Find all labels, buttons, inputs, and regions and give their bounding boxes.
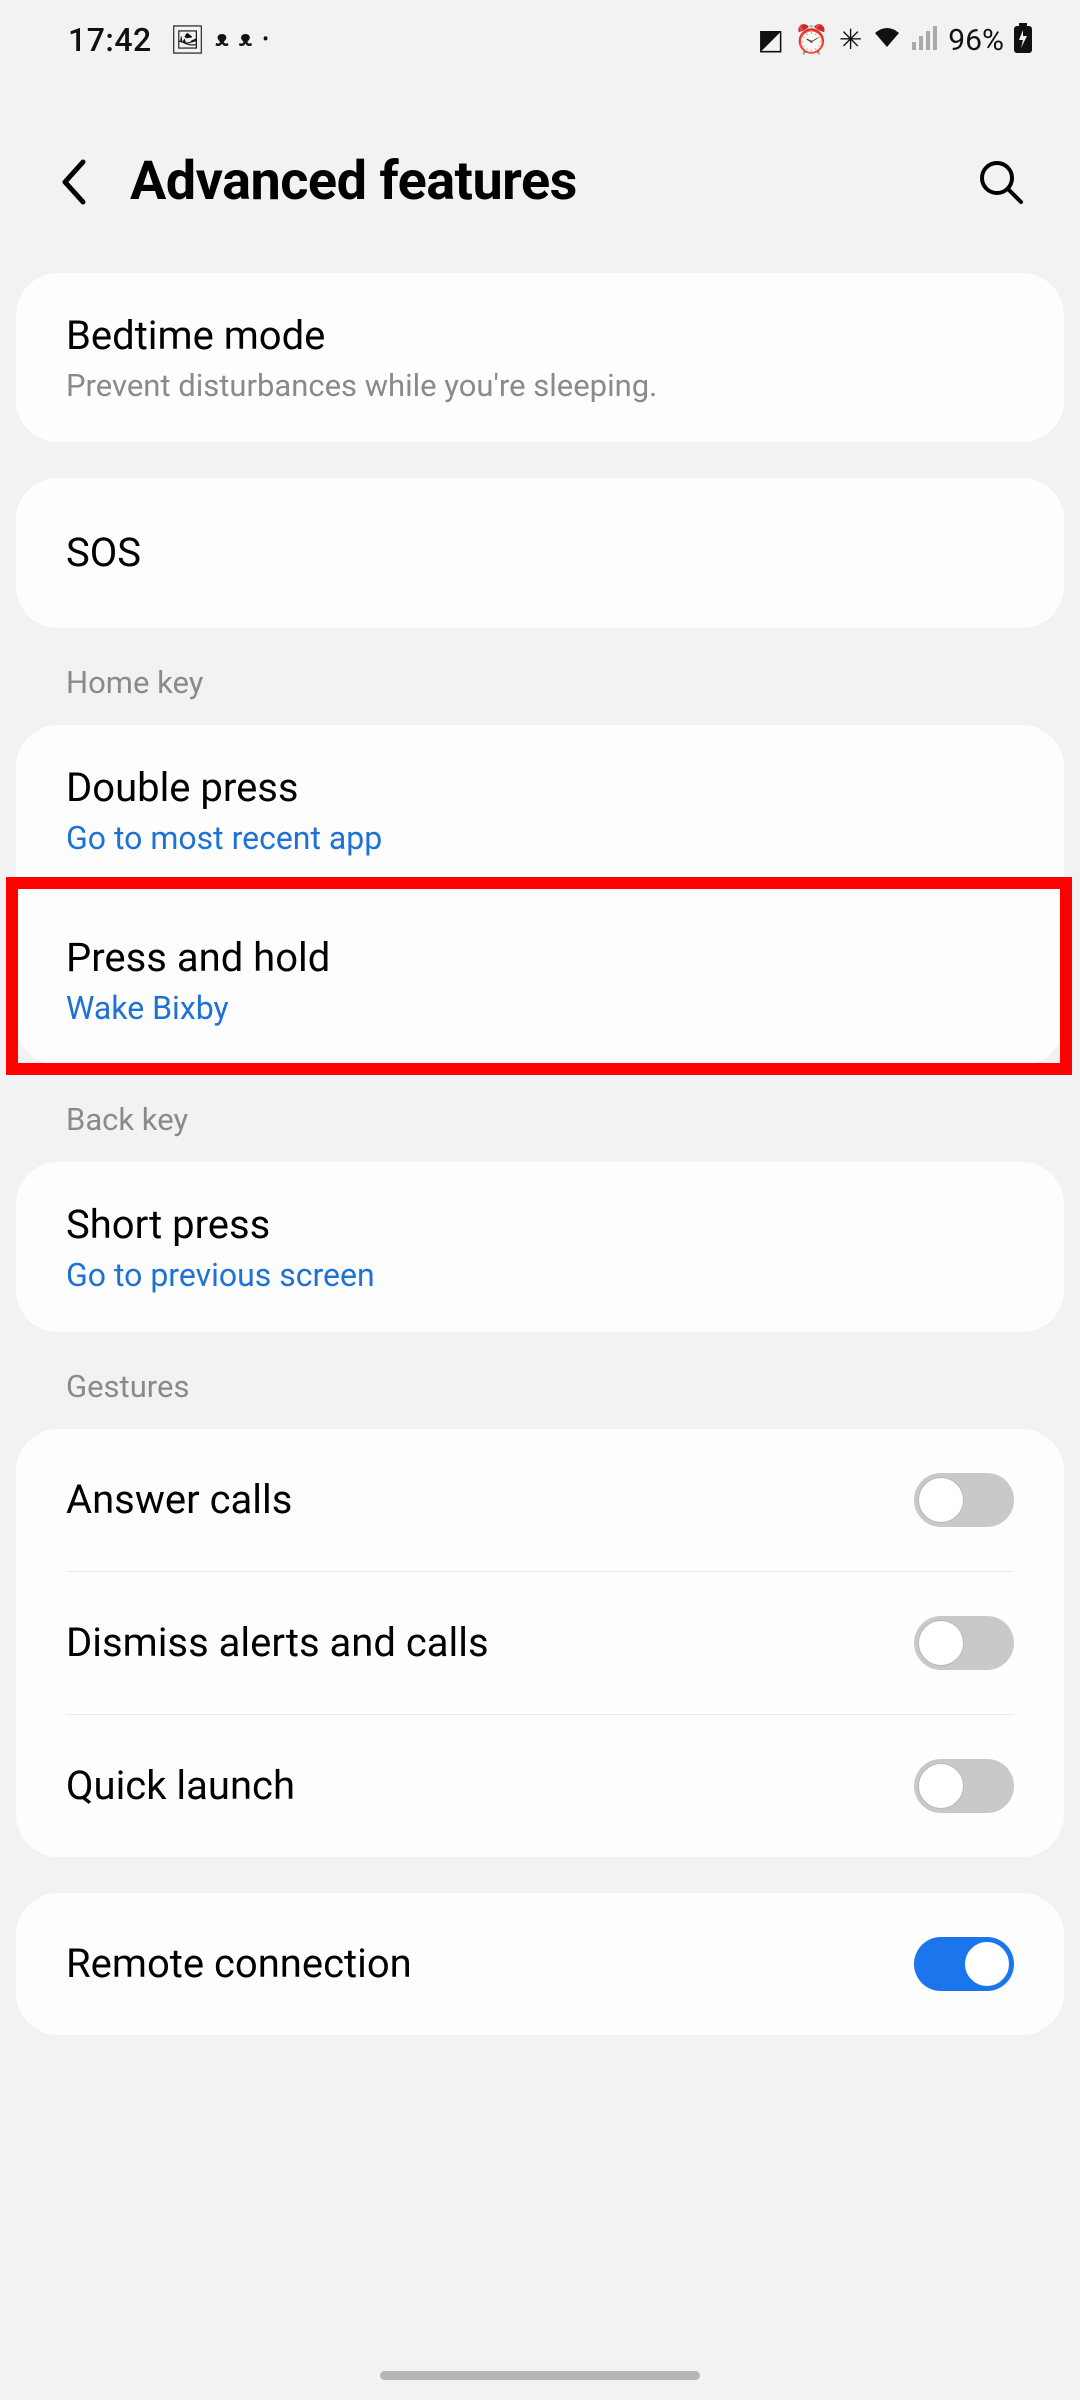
short-press-title: Short press [66,1200,1014,1250]
double-press-sub: Go to most recent app [66,819,1014,857]
quick-launch-row[interactable]: Quick launch [16,1715,1064,1857]
short-press-row[interactable]: Short press Go to previous screen [16,1162,1064,1332]
dot-icon: • [262,31,268,49]
short-press-sub: Go to previous screen [66,1256,1014,1294]
signal-icon [912,26,938,55]
answer-calls-row[interactable]: Answer calls [16,1429,1064,1571]
gesture-nav-bar[interactable] [380,2371,700,2380]
press-hold-sub: Wake Bixby [66,989,1014,1027]
dismiss-alerts-title: Dismiss alerts and calls [66,1618,489,1668]
gestures-card: Answer calls Dismiss alerts and calls Qu… [16,1429,1064,1857]
bedtime-sub: Prevent disturbances while you're sleepi… [66,367,1014,404]
sos-card: SOS [16,478,1064,628]
sos-title: SOS [66,528,1014,578]
remote-toggle[interactable] [914,1937,1014,1991]
image-icon: 🖼 [170,26,206,54]
backkey-card: Short press Go to previous screen [16,1162,1064,1332]
page-title: Advanced features [130,150,937,213]
double-press-title: Double press [66,763,1014,813]
section-homekey: Home key [0,628,1080,725]
sos-row[interactable]: SOS [16,478,1064,628]
remote-connection-row[interactable]: Remote connection [16,1893,1064,2035]
remote-title: Remote connection [66,1939,412,1989]
remote-card: Remote connection [16,1893,1064,2035]
battery-icon [1014,23,1032,58]
section-backkey: Back key [0,1065,1080,1162]
dismiss-alerts-row[interactable]: Dismiss alerts and calls [16,1572,1064,1714]
quick-launch-title: Quick launch [66,1761,295,1811]
bluetooth-icon: ✳ [839,26,862,54]
teams-icon: ᴥ [215,29,229,51]
answer-calls-title: Answer calls [66,1475,292,1525]
power-save-icon: ◩ [757,26,783,54]
bedtime-mode-row[interactable]: Bedtime mode Prevent disturbances while … [16,273,1064,442]
press-and-hold-row[interactable]: Press and hold Wake Bixby [16,895,1064,1065]
press-hold-title: Press and hold [66,933,1014,983]
battery-percent: 96% [948,23,1004,58]
section-gestures: Gestures [0,1332,1080,1429]
search-button[interactable] [977,158,1025,206]
status-bar: 17:42 🖼 ᴥ ᴥ • ◩ ⏰ ✳ 96% [0,0,1080,80]
status-left: 17:42 🖼 ᴥ ᴥ • [68,21,269,59]
status-right: ◩ ⏰ ✳ 96% [757,23,1032,58]
bedtime-title: Bedtime mode [66,311,1014,361]
dismiss-alerts-toggle[interactable] [914,1616,1014,1670]
bedtime-card: Bedtime mode Prevent disturbances while … [16,273,1064,442]
answer-calls-toggle[interactable] [914,1473,1014,1527]
wifi-icon [872,26,902,55]
homekey-card: Double press Go to most recent app Press… [16,725,1064,1065]
page-header: Advanced features [0,80,1080,273]
teams-icon: ᴥ [239,29,253,51]
alarm-icon: ⏰ [794,26,829,54]
status-time: 17:42 [68,21,152,59]
back-button[interactable] [55,164,90,199]
double-press-row[interactable]: Double press Go to most recent app [16,725,1064,895]
quick-launch-toggle[interactable] [914,1759,1014,1813]
